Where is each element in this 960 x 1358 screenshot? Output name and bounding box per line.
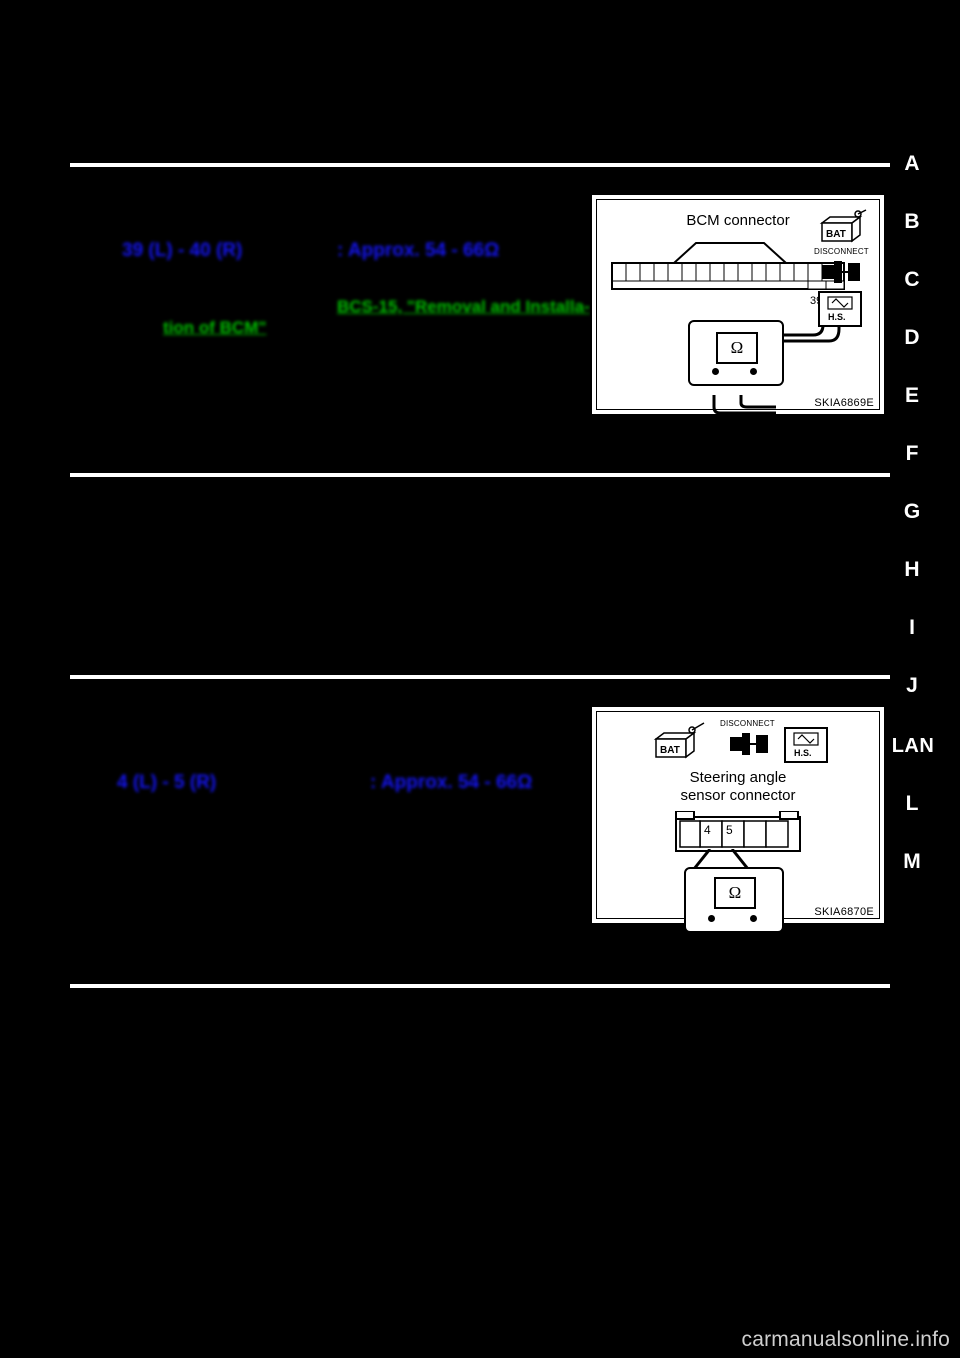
svg-text:BAT: BAT	[660, 745, 680, 756]
index-tab-m[interactable]: M	[892, 850, 932, 874]
meter-terminal-right	[750, 368, 757, 375]
connector-disconnect-icon	[822, 261, 860, 283]
index-tab-f[interactable]: F	[892, 442, 932, 466]
svg-text:H.S.: H.S.	[794, 748, 812, 758]
index-tab-h[interactable]: H	[892, 558, 932, 582]
meter-terminal-left-2	[708, 915, 715, 922]
svg-text:H.S.: H.S.	[828, 312, 846, 322]
ohmmeter: Ω	[688, 320, 784, 386]
terminal-spec-1: 39 (L) - 40 (R)	[122, 240, 243, 261]
index-tab-l[interactable]: L	[892, 792, 932, 816]
hs-handshake-icon-2: H.S.	[784, 727, 828, 763]
index-tab-e[interactable]: E	[892, 384, 932, 408]
index-tab-g[interactable]: G	[892, 500, 932, 524]
svg-text:BAT: BAT	[826, 229, 846, 240]
figure-code-2: SKIA6870E	[814, 906, 874, 918]
icon-row: BAT DISCONNECT H.S.	[648, 719, 868, 765]
resistance-spec-1: : Approx. 54 - 66Ω	[337, 240, 500, 261]
resistance-spec-2: : Approx. 54 - 66Ω	[370, 772, 533, 793]
reference-link-1-cont[interactable]: tion of BCM"	[163, 318, 266, 338]
figure-steering-angle-sensor-connector: BAT DISCONNECT H.S. Steering angle senso…	[590, 705, 886, 933]
connector-disconnect-icon-2	[730, 733, 768, 755]
section-rule-4	[70, 984, 890, 988]
section-rule-2	[70, 473, 890, 477]
document-page: 39 (L) - 40 (R) : Approx. 54 - 66Ω BCS-1…	[0, 0, 960, 1358]
index-tab-j[interactable]: J	[892, 674, 932, 698]
section-rule-1	[70, 163, 890, 167]
ohm-symbol: Ω	[716, 332, 758, 364]
index-tab-d[interactable]: D	[892, 326, 932, 350]
index-tab-b[interactable]: B	[892, 210, 932, 234]
index-tab-lan[interactable]: LAN	[880, 735, 946, 758]
meter-terminal-right-2	[750, 915, 757, 922]
disconnect-label: DISCONNECT	[814, 247, 869, 256]
watermark: carmanualsonline.info	[741, 1328, 950, 1351]
figure-bcm-connector: BCM connector 39 40	[590, 193, 886, 416]
terminal-spec-2: 4 (L) - 5 (R)	[117, 772, 217, 793]
section-rule-3	[70, 675, 890, 679]
index-tab-column: A B C D E F G H I J LAN L M	[880, 120, 960, 1020]
index-tab-i[interactable]: I	[892, 616, 932, 640]
disconnect-label-2: DISCONNECT	[720, 719, 775, 728]
index-tab-c[interactable]: C	[892, 268, 932, 292]
meter-terminal-left	[712, 368, 719, 375]
pin-label-5: 5	[726, 823, 733, 837]
index-tab-a[interactable]: A	[892, 152, 932, 176]
battery-disconnect-icon: BAT	[819, 209, 867, 243]
hs-handshake-icon: H.S.	[818, 291, 862, 327]
icon-cluster: BAT DISCONNECT H.S.	[814, 209, 874, 327]
figure-title-line1: Steering angle	[689, 769, 787, 786]
ohmmeter-2: Ω	[684, 867, 784, 933]
figure-title-line2: sensor connector	[680, 787, 796, 804]
figure-code: SKIA6869E	[814, 397, 874, 409]
ohm-symbol-2: Ω	[714, 877, 756, 909]
reference-link-1[interactable]: BCS-15, "Removal and Installa-	[337, 297, 590, 317]
battery-disconnect-icon-2: BAT	[653, 722, 705, 759]
pin-label-4: 4	[704, 823, 711, 837]
